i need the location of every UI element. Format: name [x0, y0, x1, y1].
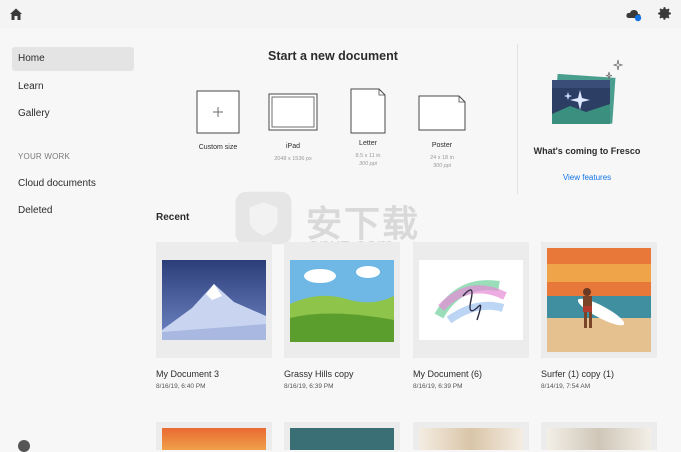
document-page-icon — [350, 88, 386, 134]
template-label: Poster — [431, 142, 453, 149]
template-dimensions: 2048 x 1536 px — [274, 156, 312, 162]
recent-document-card[interactable] — [156, 242, 272, 358]
document-date: 8/16/19, 6:40 PM — [156, 383, 206, 390]
plus-icon — [196, 90, 240, 134]
home-icon[interactable] — [8, 6, 24, 22]
recent-document-card[interactable] — [413, 422, 529, 450]
template-resolution: 300 ppi — [432, 163, 452, 169]
recent-document-card[interactable] — [284, 422, 400, 450]
cloud-sync-icon[interactable] — [625, 6, 643, 22]
sidebar-item-home[interactable]: Home — [12, 47, 134, 71]
document-name: My Document (6) — [413, 369, 483, 379]
recent-document-card[interactable] — [413, 242, 529, 358]
document-name: Grassy Hills copy — [284, 369, 354, 379]
poster-page-icon — [418, 95, 466, 131]
sidebar-item-cloud-documents[interactable]: Cloud documents — [12, 172, 134, 196]
document-thumbnail — [419, 428, 523, 450]
document-thumbnail — [162, 260, 266, 340]
sidebar-item-label: Gallery — [18, 108, 50, 119]
document-thumbnail — [419, 260, 523, 340]
recent-document-card[interactable] — [284, 242, 400, 358]
document-thumbnail — [547, 248, 651, 352]
sidebar-item-label: Home — [18, 53, 45, 64]
sidebar: Home Learn Gallery YOUR WORK Cloud docum… — [0, 28, 140, 450]
document-thumbnail — [162, 428, 266, 450]
gear-icon[interactable] — [656, 5, 673, 22]
recent-document-card[interactable] — [156, 422, 272, 450]
document-thumbnail — [290, 428, 394, 450]
document-name: My Document 3 — [156, 369, 220, 379]
template-poster[interactable]: Poster 24 x 18 in 300 ppi — [412, 95, 472, 169]
template-label: Custom size — [198, 144, 238, 151]
section-divider — [517, 44, 518, 194]
sidebar-item-label: Learn — [18, 81, 44, 92]
top-bar — [0, 0, 681, 28]
profile-icon[interactable] — [18, 440, 30, 452]
view-features-link[interactable]: View features — [520, 173, 654, 182]
template-label: Letter — [359, 140, 377, 147]
sparkle-icon — [605, 59, 624, 80]
sidebar-item-learn[interactable]: Learn — [12, 75, 134, 99]
sidebar-section-heading: YOUR WORK — [18, 152, 71, 161]
document-thumbnail — [547, 428, 651, 450]
document-date: 8/16/19, 6:39 PM — [284, 383, 334, 390]
recent-document-card[interactable] — [541, 242, 657, 358]
template-resolution: 300 ppi — [358, 161, 378, 167]
whats-coming-title: What's coming to Fresco — [533, 146, 641, 156]
template-dimensions: 8.5 x 11 in — [355, 153, 381, 159]
template-custom-size[interactable]: Custom size — [188, 90, 248, 151]
ipad-frame-icon — [268, 93, 318, 131]
template-ipad[interactable]: iPad 2048 x 1536 px — [263, 93, 323, 162]
template-dimensions: 24 x 18 in — [430, 155, 454, 161]
recent-document-card[interactable] — [541, 422, 657, 450]
template-letter[interactable]: Letter 8.5 x 11 in 300 ppi — [338, 88, 398, 167]
recent-title: Recent — [156, 212, 190, 223]
sidebar-item-deleted[interactable]: Deleted — [12, 199, 134, 223]
new-document-title: Start a new document — [268, 49, 398, 63]
document-date: 8/16/19, 6:39 PM — [413, 383, 463, 390]
template-label: iPad — [285, 143, 300, 150]
document-thumbnail — [290, 260, 394, 342]
document-name: Surfer (1) copy (1) — [541, 369, 615, 379]
sidebar-item-label: Deleted — [18, 205, 53, 216]
sidebar-item-gallery[interactable]: Gallery — [12, 102, 134, 126]
whats-coming-illustration — [552, 59, 624, 124]
sidebar-item-label: Cloud documents — [18, 178, 96, 189]
document-date: 8/14/19, 7:54 AM — [541, 383, 591, 390]
